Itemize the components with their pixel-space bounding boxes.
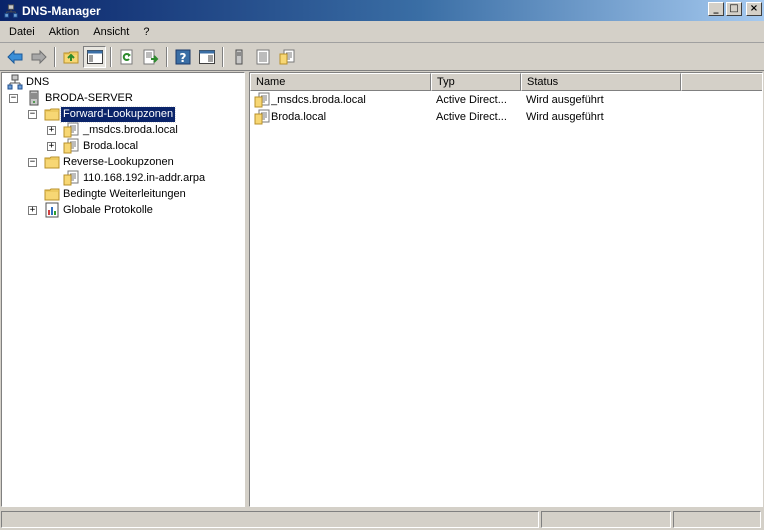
list-row[interactable]: Broda.local Active Direct... Wird ausgef… (250, 109, 762, 126)
dns-manager-app-icon (4, 4, 18, 18)
help-icon: ? (175, 49, 190, 65)
toolbar-separator (166, 47, 168, 67)
forward-arrow-icon (31, 49, 47, 65)
tree-label: Broda.local (83, 140, 139, 152)
tree-item-msdcs-zone[interactable]: + _msdcs.broda.local (2, 122, 242, 138)
back-button[interactable] (3, 46, 26, 68)
row-type: Active Direct... (436, 111, 507, 123)
tree-item-server[interactable]: − BRODA-SERVER (2, 90, 242, 106)
row-status: Wird ausgeführt (526, 94, 604, 106)
expand-toggle[interactable]: + (47, 142, 56, 151)
zone-file-icon (63, 122, 79, 138)
properties-pane-button[interactable] (195, 46, 218, 68)
column-header-type[interactable]: Typ (431, 73, 521, 91)
toolbar-separator (54, 47, 56, 67)
tree-label: BRODA-SERVER (45, 92, 133, 104)
status-panel-middle (541, 511, 671, 528)
collapse-toggle[interactable]: − (9, 94, 18, 103)
list-row[interactable]: _msdcs.broda.local Active Direct... Wird… (250, 92, 762, 109)
window-controls: _ □ × (708, 2, 762, 16)
logs-icon (44, 202, 60, 218)
menu-aktion[interactable]: Aktion (42, 21, 87, 43)
zone-file-icon (254, 92, 270, 108)
status-panel-main (1, 511, 539, 528)
show-hide-tree-button[interactable] (83, 46, 106, 68)
properties-pane-icon (198, 50, 215, 64)
tree-label: Forward-Lookupzonen (59, 106, 177, 123)
back-arrow-icon (6, 49, 22, 65)
menu-ansicht[interactable]: Ansicht (86, 21, 136, 43)
up-level-button[interactable] (59, 46, 82, 68)
server-button[interactable] (227, 46, 250, 68)
svg-text:?: ? (179, 51, 186, 65)
tree-pane[interactable]: DNS − BRODA-SERVER − Forward-Lookupzonen… (1, 72, 245, 507)
list-header: Name Typ Status (250, 73, 762, 91)
row-status: Wird ausgeführt (526, 111, 604, 123)
row-type: Active Direct... (436, 94, 507, 106)
tree-item-broda-local-zone[interactable]: + Broda.local (2, 138, 242, 154)
show-hide-tree-icon (86, 50, 103, 64)
zone-file-icon (63, 138, 79, 154)
collapse-toggle[interactable]: − (28, 158, 37, 167)
tree-item-conditional-forwarders[interactable]: Bedingte Weiterleitungen (2, 186, 242, 202)
folder-icon (44, 186, 60, 202)
status-panel-right (673, 511, 761, 528)
zone-file-icon (279, 49, 295, 65)
column-header-name[interactable]: Name (250, 73, 431, 91)
server-icon (26, 90, 42, 106)
expand-toggle[interactable]: + (28, 206, 37, 215)
row-name: Broda.local (271, 111, 327, 123)
menu-help[interactable]: ? (136, 21, 156, 43)
forward-button[interactable] (27, 46, 50, 68)
list-icon (256, 49, 269, 65)
folder-icon (44, 106, 60, 122)
tree-label: Globale Protokolle (63, 204, 153, 216)
maximize-button[interactable]: □ (726, 2, 742, 16)
minimize-button[interactable]: _ (708, 2, 724, 16)
help-button[interactable]: ? (171, 46, 194, 68)
refresh-icon (120, 49, 132, 65)
expand-toggle[interactable]: + (47, 126, 56, 135)
refresh-button[interactable] (115, 46, 138, 68)
tree-label: DNS (26, 76, 50, 88)
zone-file-icon (63, 170, 79, 186)
tree-label: Bedingte Weiterleitungen (63, 188, 186, 200)
toolbar: ? (0, 44, 764, 71)
zone-file-icon (254, 109, 270, 125)
up-folder-icon (63, 49, 79, 65)
menu-datei[interactable]: Datei (0, 21, 42, 43)
list-pane[interactable]: Name Typ Status _msdcs.broda.local Activ… (249, 72, 763, 507)
tree-item-forward-lookup[interactable]: − Forward-Lookupzonen (2, 106, 242, 123)
close-button[interactable]: × (746, 2, 762, 16)
title-bar[interactable]: DNS-Manager _ □ × (0, 0, 764, 21)
export-list-icon (143, 49, 158, 65)
tree-label: Reverse-Lookupzonen (63, 156, 174, 168)
dns-icon (7, 74, 23, 90)
tree-item-reverse-lookup[interactable]: − Reverse-Lookupzonen (2, 154, 242, 170)
folder-icon (44, 154, 60, 170)
row-name: _msdcs.broda.local (271, 94, 366, 106)
column-header-filler (681, 73, 762, 91)
tree-item-dns[interactable]: DNS (2, 74, 242, 90)
tree-label: 110.168.192.in-addr.arpa (83, 172, 206, 184)
toolbar-separator (110, 47, 112, 67)
tree-item-reverse-zone[interactable]: 110.168.192.in-addr.arpa (2, 170, 242, 186)
list-button[interactable] (251, 46, 274, 68)
column-header-status[interactable]: Status (521, 73, 681, 91)
tree-label: _msdcs.broda.local (83, 124, 178, 136)
new-zone-button[interactable] (275, 46, 298, 68)
toolbar-separator (222, 47, 224, 67)
menu-bar: Datei Aktion Ansicht ? (0, 21, 764, 43)
collapse-toggle[interactable]: − (28, 110, 37, 119)
export-list-button[interactable] (139, 46, 162, 68)
window-title: DNS-Manager (22, 3, 101, 18)
tree-item-global-logs[interactable]: + Globale Protokolle (2, 202, 242, 218)
status-bar (0, 509, 764, 530)
server-icon (235, 49, 242, 65)
